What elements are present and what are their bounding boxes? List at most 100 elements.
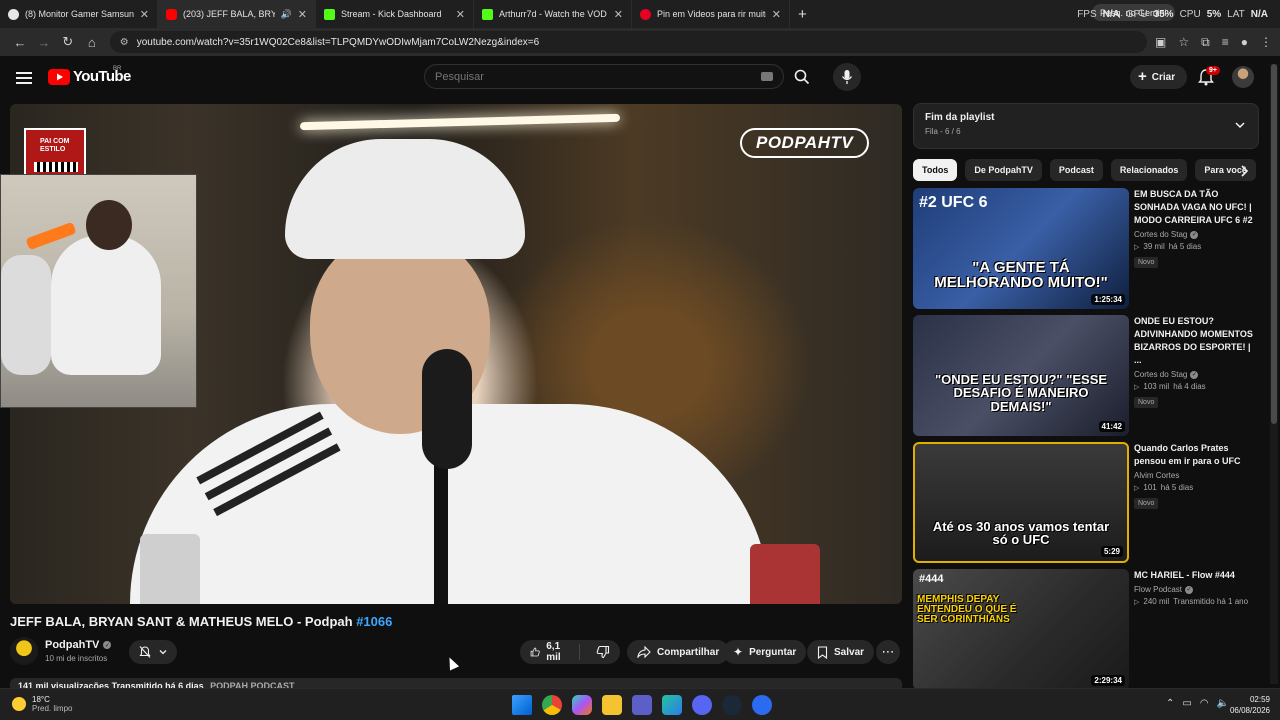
media-control-icon[interactable]: ≡	[1222, 35, 1229, 49]
recommended-video[interactable]: Até os 30 anos vamos tentar só o UFC 5:2…	[913, 442, 1273, 564]
chrome-icon[interactable]	[542, 695, 562, 715]
home-icon[interactable]: ⌂	[80, 30, 104, 54]
wifi-icon[interactable]: ◠	[1200, 698, 1209, 709]
bookmark-star-icon[interactable]: ☆	[1178, 35, 1189, 49]
create-button[interactable]: + Criar	[1130, 65, 1188, 89]
close-tab-icon[interactable]: ✕	[772, 8, 781, 21]
video-thumbnail[interactable]: "ONDE EU ESTOU?" "ESSE DESAFIO É MANEIRO…	[913, 315, 1129, 436]
overlay-person	[1, 255, 51, 375]
chip-from-channel[interactable]: De PodpahTV	[965, 159, 1042, 181]
video-title[interactable]: Quando Carlos Prates pensou em ir para o…	[1134, 442, 1259, 468]
scrollbar-thumb[interactable]	[1271, 64, 1277, 424]
more-actions-button[interactable]: ⋯	[876, 640, 900, 664]
tab-favicon-icon	[8, 8, 19, 20]
system-clock[interactable]: 02:59 06/08/2026	[1222, 694, 1270, 716]
weather-widget[interactable]: 18°C Pred. limpo	[12, 695, 72, 713]
close-tab-icon[interactable]: ✕	[614, 8, 623, 21]
extensions-icon[interactable]: ⧉	[1201, 35, 1210, 50]
windows-start-icon[interactable]	[512, 695, 532, 715]
channel-name[interactable]: Cortes do Stag	[1134, 370, 1187, 379]
steam-icon[interactable]	[722, 695, 742, 715]
recommended-video[interactable]: #444 MEMPHIS DEPAY ENTENDEU O QUE É SER …	[913, 569, 1273, 691]
ea-app-icon[interactable]	[752, 695, 772, 715]
channel-name[interactable]: Cortes do Stag	[1134, 230, 1187, 239]
copilot-icon[interactable]	[572, 695, 592, 715]
browser-tab-active[interactable]: (203) JEFF BALA, BRYAN SA 🔊 ✕	[158, 0, 316, 28]
recommended-video[interactable]: #2 UFC 6 "A GENTE TÁ MELHORANDO MUITO!" …	[913, 188, 1273, 310]
country-code: BR	[113, 66, 122, 72]
chip-all[interactable]: Todos	[913, 159, 958, 181]
close-tab-icon[interactable]: ✕	[298, 8, 307, 21]
fps-value: N/A	[1102, 8, 1120, 20]
like-button[interactable]: 6,1 mil	[520, 641, 580, 663]
video-thumbnail[interactable]: Até os 30 anos vamos tentar só o UFC 5:2…	[913, 442, 1129, 563]
save-button[interactable]: Salvar	[807, 640, 875, 664]
share-button[interactable]: Compartilhar	[627, 640, 730, 664]
save-label: Salvar	[834, 646, 865, 658]
logo-text: YouTube	[73, 68, 131, 85]
voice-search-button[interactable]	[833, 63, 861, 91]
thumbs-down-icon	[596, 645, 610, 659]
cast-icon[interactable]: ▣	[1155, 35, 1166, 49]
ask-ai-button[interactable]: ✦ Perguntar	[723, 640, 807, 664]
subscribed-notifications-button[interactable]	[129, 640, 177, 664]
keyboard-icon[interactable]	[761, 72, 773, 81]
site-info-icon[interactable]: ⚙	[120, 37, 129, 48]
channel-name[interactable]: Alvim Cortes	[1134, 471, 1179, 480]
browser-toolbar: ← → ↻ ⌂ ⚙ youtube.com/watch?v=35r1WQ02Ce…	[0, 28, 1280, 56]
chevron-right-icon[interactable]	[1236, 163, 1252, 179]
share-label: Compartilhar	[657, 646, 720, 658]
youtube-logo[interactable]: YouTube BR	[48, 66, 131, 85]
profile-icon[interactable]: ●	[1241, 35, 1248, 49]
chevron-down-icon[interactable]	[1234, 119, 1246, 131]
view-count: 101	[1143, 483, 1157, 492]
file-explorer-icon[interactable]	[602, 695, 622, 715]
forward-arrow-icon[interactable]: →	[32, 30, 56, 54]
hamburger-menu-icon[interactable]	[14, 68, 34, 88]
browser-tab[interactable]: Arthurr7d - Watch the VOD on ✕	[474, 0, 632, 28]
account-avatar[interactable]	[1232, 66, 1254, 88]
channel-avatar[interactable]	[10, 637, 38, 665]
display-icon[interactable]: ▭	[1182, 698, 1191, 709]
video-title[interactable]: MC HARIEL - Flow #444	[1134, 569, 1259, 582]
teams-icon[interactable]	[632, 695, 652, 715]
cpu-value: 5%	[1206, 8, 1222, 20]
video-thumbnail[interactable]: #444 MEMPHIS DEPAY ENTENDEU O QUE É SER …	[913, 569, 1129, 690]
search-box[interactable]	[424, 64, 784, 89]
video-thumbnail[interactable]: #2 UFC 6 "A GENTE TÁ MELHORANDO MUITO!" …	[913, 188, 1129, 309]
close-tab-icon[interactable]: ✕	[456, 8, 465, 21]
store-icon[interactable]	[662, 695, 682, 715]
close-tab-icon[interactable]: ✕	[140, 8, 149, 21]
page-scrollbar[interactable]	[1270, 64, 1278, 684]
audio-icon[interactable]: 🔊	[281, 9, 292, 20]
browser-menu-icon[interactable]: ⋮	[1260, 35, 1272, 49]
browser-tab[interactable]: Stream - Kick Dashboard ✕	[316, 0, 474, 28]
channel-name[interactable]: PodpahTV ✓	[45, 639, 112, 651]
like-count: 6,1 mil	[546, 641, 561, 663]
chip-podcast[interactable]: Podcast	[1049, 159, 1103, 181]
channel-name[interactable]: Flow Podcast	[1134, 585, 1182, 594]
channel-name-text[interactable]: PodpahTV	[45, 639, 99, 651]
recommended-video[interactable]: "ONDE EU ESTOU?" "ESSE DESAFIO É MANEIRO…	[913, 315, 1273, 437]
search-icon	[794, 69, 810, 84]
video-hashtag-link[interactable]: #1066	[356, 614, 392, 629]
thumbnail-top-text: #444	[919, 573, 944, 585]
search-input[interactable]	[435, 70, 755, 83]
search-button[interactable]	[784, 64, 820, 89]
discord-icon[interactable]	[692, 695, 712, 715]
chip-related[interactable]: Relacionados	[1110, 159, 1188, 181]
video-title[interactable]: EM BUSCA DA TÃO SONHADA VAGA NO UFC! | M…	[1134, 188, 1259, 227]
playlist-panel[interactable]: Fim da playlist Fila - 6 / 6	[913, 103, 1259, 149]
clock-date: 06/08/2026	[1229, 706, 1270, 715]
new-tab-button[interactable]: +	[790, 6, 815, 23]
tray-chevron-icon[interactable]: ⌃	[1166, 698, 1174, 709]
channel-watermark: PODPAHTV	[740, 128, 870, 158]
address-bar[interactable]: ⚙ youtube.com/watch?v=35r1WQ02Ce8&list=T…	[109, 31, 1148, 53]
dislike-button[interactable]	[586, 645, 620, 659]
video-title[interactable]: ONDE EU ESTOU? ADIVINHANDO MOMENTOS BIZA…	[1134, 315, 1259, 367]
reload-icon[interactable]: ↻	[56, 30, 80, 54]
back-arrow-icon[interactable]: ←	[8, 30, 32, 54]
browser-tab[interactable]: Pin em Videos para rir muito ✕	[632, 0, 790, 28]
browser-tab[interactable]: (8) Monitor Gamer Samsung Od ✕	[0, 0, 158, 28]
video-info: ONDE EU ESTOU? ADIVINHANDO MOMENTOS BIZA…	[1134, 315, 1259, 409]
